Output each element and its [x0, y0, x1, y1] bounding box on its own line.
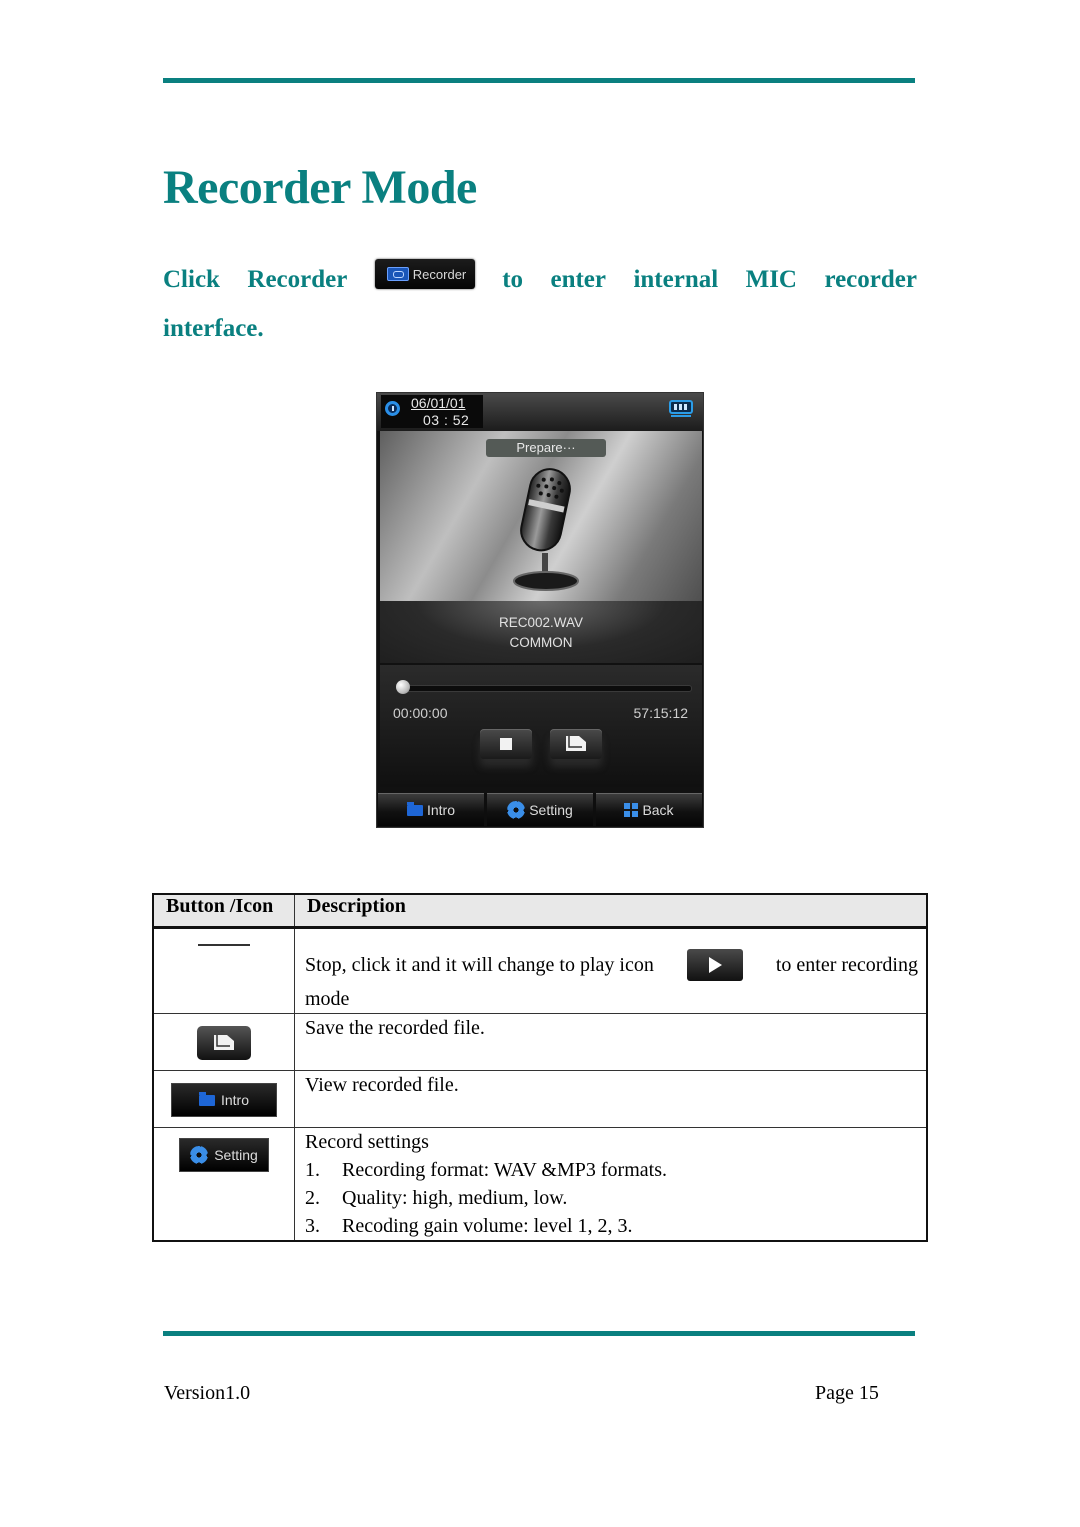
- status-bar: 06/01/01 03 : 52: [377, 393, 703, 431]
- file-info: REC002.WAV COMMON: [380, 601, 702, 663]
- microphone-icon: [513, 468, 579, 591]
- footer-rule: [163, 1331, 915, 1336]
- page-title: Recorder Mode: [163, 161, 477, 214]
- settings-list: 1. Recording format: WAV &MP3 formats. 2.…: [305, 1156, 926, 1240]
- recorder-screenshot: 06/01/01 03 : 52 Prepare··· REC002.WAV C…: [376, 392, 704, 828]
- recorder-icon: [386, 267, 409, 281]
- table-row: Save the recorded file.: [152, 1013, 928, 1071]
- status-label: Prepare···: [486, 439, 606, 457]
- intro-word: internal: [633, 266, 719, 293]
- list-item: 2. Quality: high, medium, low.: [305, 1187, 568, 1209]
- save-icon: [197, 1026, 251, 1060]
- tab-label: Setting: [529, 802, 573, 818]
- row-text: mode: [305, 988, 350, 1010]
- header-rule: [163, 78, 915, 83]
- intro-line2: interface.: [163, 315, 264, 342]
- elapsed-time: 00:00:00: [393, 705, 448, 721]
- intro-paragraph: Click Recorder Recorder to enter interna…: [163, 259, 917, 343]
- tab-back[interactable]: Back: [596, 793, 702, 826]
- tab-label: Back: [642, 802, 674, 818]
- mic-stage: Prepare···: [380, 431, 702, 601]
- intro-label: Intro: [220, 1092, 249, 1108]
- tab-label: Intro: [426, 802, 455, 818]
- row-text: Stop, click it and it will change to pla…: [305, 954, 654, 976]
- folder-icon: [406, 801, 423, 816]
- stop-button[interactable]: [480, 729, 532, 759]
- save-button[interactable]: [550, 729, 602, 759]
- intro-word: to: [502, 266, 524, 293]
- tab-setting[interactable]: Setting: [487, 793, 593, 826]
- intro-word: Click: [163, 266, 220, 293]
- play-icon: [686, 949, 743, 981]
- row-text: to enter recording: [775, 954, 918, 976]
- progress-knob[interactable]: [396, 680, 410, 694]
- setting-label: Setting: [214, 1147, 258, 1163]
- folder-name: COMMON: [509, 635, 573, 650]
- remaining-time: 57:15:12: [633, 705, 689, 721]
- folder-icon: [198, 1091, 215, 1106]
- list-item: 1. Recording format: WAV &MP3 formats.: [305, 1159, 667, 1181]
- gear-icon: [190, 1146, 209, 1164]
- stop-icon: [198, 944, 250, 946]
- grid-icon: [624, 803, 639, 817]
- intro-word: recorder: [824, 266, 917, 293]
- table-row: Setting Record settings 1. Recording form…: [152, 1127, 928, 1242]
- date-text: 06/01/01: [411, 395, 466, 411]
- setting-button-image: Setting: [179, 1138, 269, 1172]
- time-text: 03 : 52: [423, 412, 470, 428]
- intro-word: enter: [550, 266, 607, 293]
- battery-icon: [669, 400, 693, 417]
- column-header: Button /Icon: [152, 893, 295, 929]
- intro-word: Recorder: [247, 266, 348, 293]
- intro-word: MIC: [745, 266, 797, 293]
- list-item: 3. Recoding gain volume: level 1, 2, 3.: [305, 1215, 633, 1237]
- transport-panel: 00:00:00 57:15:12: [380, 665, 702, 787]
- tab-intro[interactable]: Intro: [378, 793, 484, 826]
- progress-track[interactable]: [400, 685, 692, 692]
- intro-button-image: Intro: [171, 1083, 277, 1117]
- column-header: Description: [294, 893, 928, 929]
- file-name: REC002.WAV: [498, 615, 584, 630]
- clock-icon: [385, 401, 400, 416]
- bottom-tabbar: Intro Setting Back: [377, 793, 703, 827]
- table-row: Intro View recorded file.: [152, 1070, 928, 1128]
- row-text: View recorded file.: [305, 1074, 459, 1096]
- page-number: Page 15: [815, 1382, 879, 1404]
- row-text: Save the recorded file.: [305, 1017, 485, 1039]
- table-row: Stop, click it and it will change to pla…: [152, 927, 928, 1014]
- stop-icon: [500, 738, 512, 750]
- button-description-table: Button /Icon Description Stop, click it …: [152, 893, 928, 1242]
- recorder-button-label: Recorder: [412, 266, 467, 282]
- row-text: Record settings: [305, 1131, 429, 1153]
- gear-icon: [507, 801, 526, 819]
- recorder-button-image: Recorder: [374, 259, 475, 289]
- version-label: Version1.0: [164, 1382, 251, 1404]
- save-icon: [566, 736, 586, 751]
- clock-panel: 06/01/01 03 : 52: [381, 395, 483, 428]
